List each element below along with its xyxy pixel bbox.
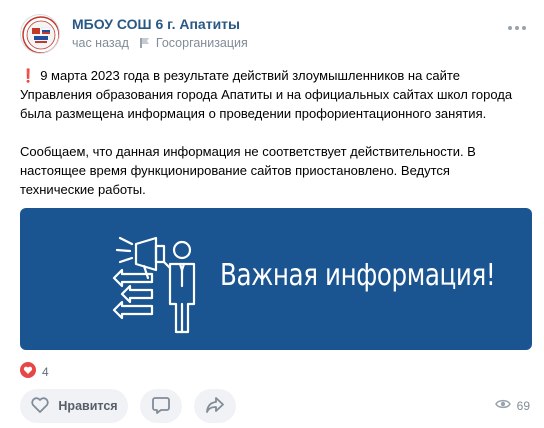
- post-paragraph-2: Сообщаем, что данная информация не соотв…: [20, 144, 476, 197]
- post-text: ❗ 9 марта 2023 года в результате действий…: [20, 66, 520, 199]
- reaction-count: 4: [42, 364, 49, 379]
- more-icon[interactable]: [508, 26, 526, 30]
- reactions-summary[interactable]: 4: [20, 362, 49, 381]
- pin-icon: [139, 37, 150, 49]
- views-counter: 69: [494, 398, 530, 413]
- post-paragraph-1: ❗ 9 марта 2023 года в результате действий…: [20, 68, 513, 121]
- post-meta: час назад Госорганизация: [72, 36, 248, 50]
- comment-button[interactable]: [140, 389, 182, 423]
- exclamation-icon: ❗: [20, 68, 37, 83]
- heart-outline-icon: [30, 396, 50, 417]
- banner-title: Важная информация!: [220, 258, 496, 293]
- views-count: 69: [516, 398, 530, 413]
- megaphone-person-icon: [112, 236, 196, 334]
- like-label: Нравится: [58, 399, 118, 413]
- author-name[interactable]: МБОУ СОШ 6 г. Апатиты: [72, 16, 240, 32]
- post-time[interactable]: час назад: [72, 36, 129, 50]
- school-logo-icon: [22, 16, 59, 53]
- eye-icon: [494, 398, 511, 413]
- share-icon: [205, 396, 225, 417]
- school-avatar[interactable]: [20, 14, 60, 54]
- comment-icon: [151, 395, 171, 418]
- post-category: Госорганизация: [155, 36, 248, 50]
- post-card: МБОУ СОШ 6 г. Апатиты час назад Госорган…: [0, 0, 544, 428]
- post-image[interactable]: Важная информация!: [20, 208, 532, 350]
- heart-icon: [20, 362, 36, 381]
- like-button[interactable]: Нравится: [20, 389, 128, 423]
- share-button[interactable]: [194, 389, 236, 423]
